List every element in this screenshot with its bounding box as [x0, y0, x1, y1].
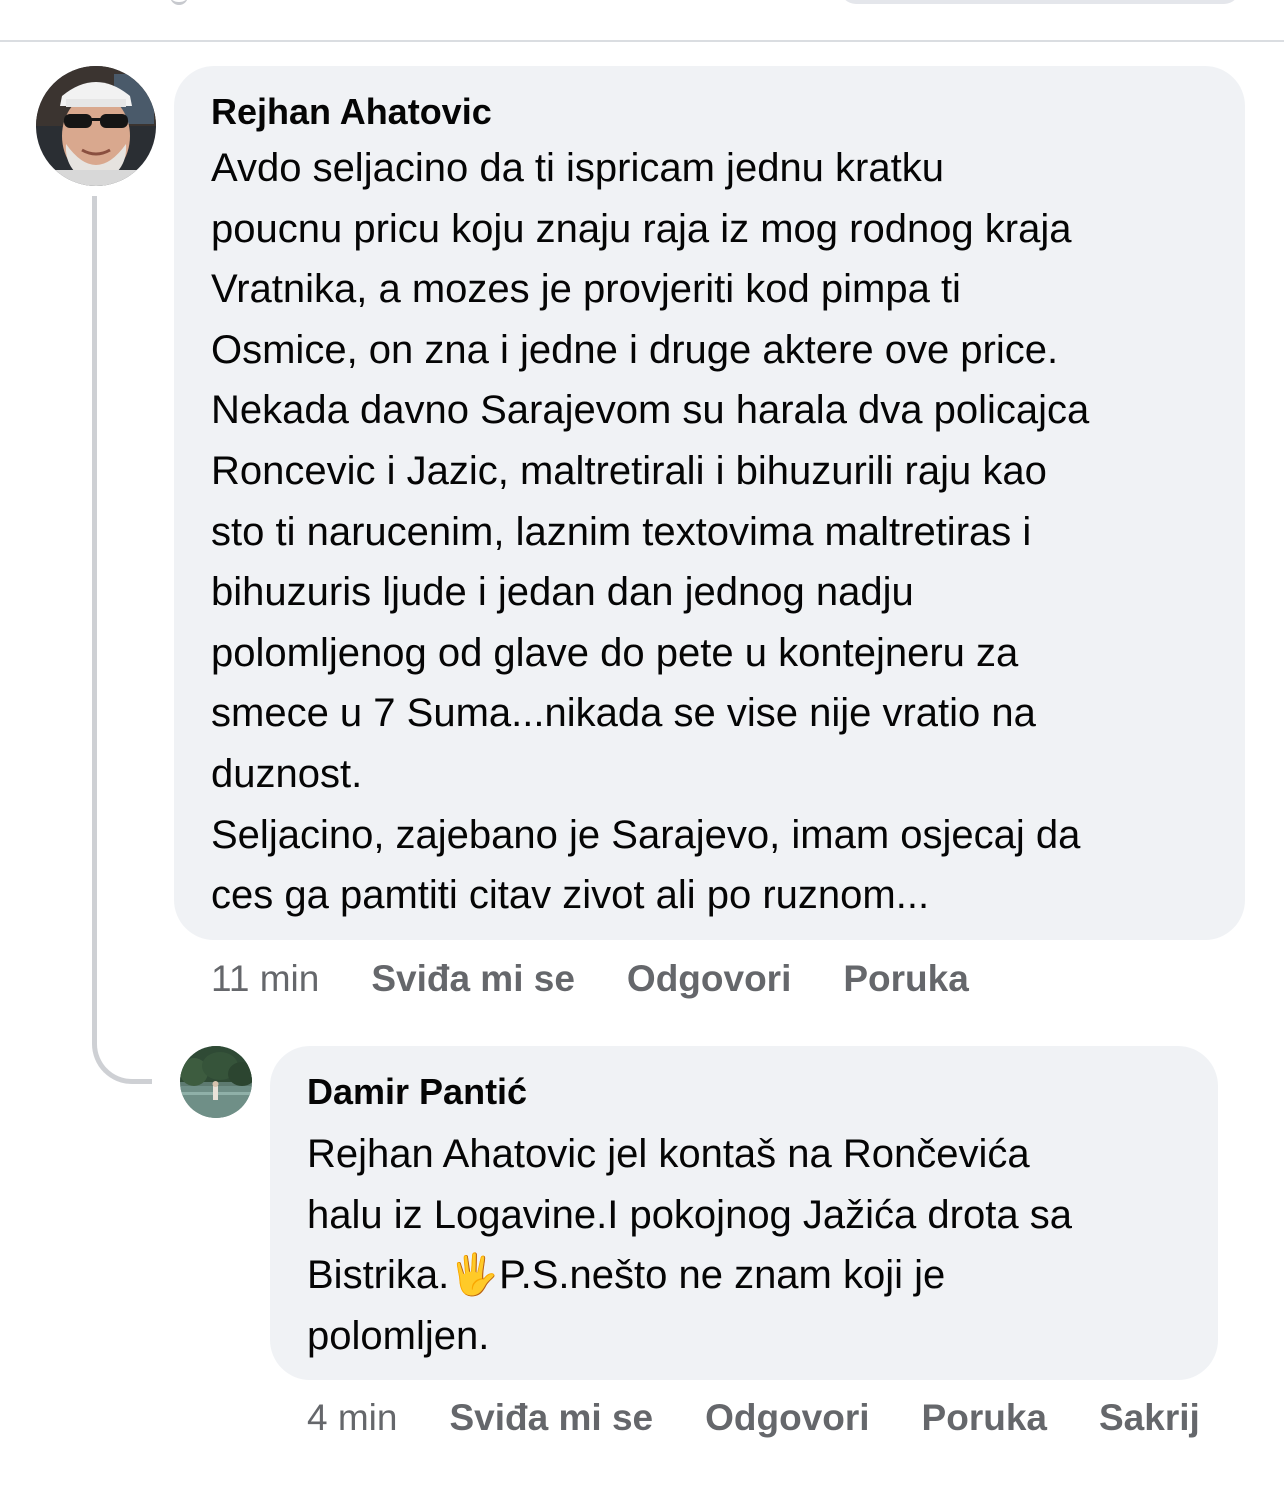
reply-thread-line — [92, 196, 152, 1084]
comment-actions: 11 min Sviđa mi se Odgovori Poruka — [211, 956, 969, 1002]
reply-bubble: Damir Pantić Rejhan Ahatovic jel kontaš … — [270, 1046, 1218, 1380]
comment-text: Avdo seljacino da ti ispricam jednu krat… — [211, 146, 1090, 918]
like-button[interactable]: Sviđa mi se — [449, 1397, 653, 1439]
profile-photo-icon — [36, 66, 156, 186]
comment-timestamp[interactable]: 4 min — [307, 1397, 397, 1439]
message-button[interactable]: Poruka — [922, 1397, 1047, 1439]
like-button[interactable]: Sviđa mi se — [371, 958, 575, 1000]
reply-button[interactable]: Odgovori — [705, 1397, 869, 1439]
profile-photo-icon — [180, 1046, 252, 1118]
comment-author[interactable]: Rejhan Ahatovic — [211, 90, 1209, 134]
comment-timestamp[interactable]: 11 min — [211, 958, 319, 1000]
previous-comment-fragment — [170, 0, 188, 5]
waving-hand-icon: 🖐 — [449, 1253, 500, 1298]
reply-actions: 4 min Sviđa mi se Odgovori Poruka Sakrij — [307, 1395, 1200, 1441]
reply-button[interactable]: Odgovori — [627, 958, 791, 1000]
avatar[interactable] — [36, 66, 156, 186]
comment-text: Rejhan Ahatovic jel kontaš na Rončevića … — [307, 1124, 1182, 1366]
avatar[interactable] — [180, 1046, 252, 1118]
previous-comment-bubble-edge — [840, 0, 1240, 4]
divider — [0, 40, 1284, 42]
comment-author[interactable]: Damir Pantić — [307, 1070, 1182, 1114]
hide-button[interactable]: Sakrij — [1099, 1397, 1200, 1439]
comment-bubble: Rejhan Ahatovic Avdo seljacino da ti isp… — [174, 66, 1245, 940]
message-button[interactable]: Poruka — [843, 958, 968, 1000]
